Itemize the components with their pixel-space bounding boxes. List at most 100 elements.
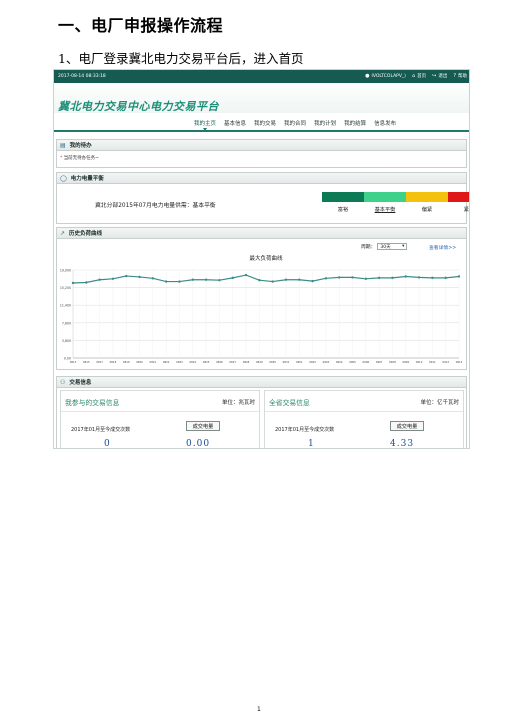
province-trade-count: 1 (308, 439, 314, 449)
todo-panel: ▤ 我的待办 * 当前无待办任务~ (56, 139, 467, 168)
data-point (125, 274, 128, 278)
data-point (138, 275, 141, 279)
y-tick-label: 0.00 (64, 357, 71, 361)
trade-header: ⚇ 交易信息 (57, 377, 466, 388)
x-tick-label: 0817 (96, 360, 103, 364)
period-select[interactable]: 30天 ▾ (377, 243, 408, 250)
balance-title: 电力电量平衡 (70, 176, 104, 182)
balance-level-bar (448, 192, 469, 202)
province-trade-box: 全省交易信息 单位：亿千瓦时 2017年01月至今成交次数 成交电量 1 4.3… (264, 390, 464, 449)
logout-link[interactable]: ↪ 退出 (432, 73, 447, 79)
nav-item[interactable]: 我的交易 (254, 119, 276, 127)
x-tick-label: 0813 (70, 360, 77, 364)
current-time: 2017-08-14 08:33:18 (58, 74, 106, 79)
user-menu[interactable]: ● IVOLTCOLAPV_) (365, 73, 406, 79)
province-trade-unit: 单位：亿千瓦时 (420, 400, 459, 406)
x-tick-label: 0830 (269, 360, 276, 364)
x-tick-label: 0821 (150, 360, 157, 364)
data-point (204, 278, 208, 281)
nav-item[interactable]: 我的合同 (284, 119, 306, 127)
data-point (231, 276, 234, 280)
page-number: 1 (257, 706, 261, 713)
list-icon: ▤ (60, 141, 66, 149)
chart-title: 最大负荷曲线 (249, 254, 283, 262)
nav-item[interactable]: 我的主页 (194, 119, 216, 131)
todo-empty-row: * 当前无待办任务~ (57, 151, 466, 165)
top-bar: 2017-08-14 08:33:18 ● IVOLTCOLAPV_) ⌂ 首页 ↪… (54, 70, 469, 83)
my-trade-box: 我参与的交易信息 单位：兆瓦时 2017年01月至今成交次数 成交电量 0 0.… (60, 390, 260, 449)
x-tick-label: 0902 (309, 360, 316, 364)
balance-level-bar (322, 192, 364, 202)
chevron-down-icon: ▾ (402, 244, 405, 249)
data-point (164, 280, 168, 283)
home-label: 首页 (417, 74, 427, 79)
platform-logo: 冀北电力交易中心电力交易平台 (58, 100, 219, 113)
logout-icon: ↪ (432, 73, 437, 79)
todo-title: 我的待办 (69, 143, 92, 149)
my-volume-button[interactable]: 成交电量 (186, 421, 220, 431)
nav-item[interactable]: 基本信息 (224, 119, 246, 127)
data-point (218, 278, 221, 282)
my-trade-title: 我参与的交易信息 (65, 399, 120, 407)
nav-list: 我的主页 基本信息 我的交易 我的合同 我的计划 我的结算 信息发布 (194, 119, 396, 131)
trade-title: 交易信息 (69, 380, 92, 386)
data-point (364, 277, 368, 280)
my-trade-unit: 单位：兆瓦时 (221, 400, 255, 406)
data-point (417, 276, 421, 279)
history-title: 历史负荷曲线 (69, 231, 103, 237)
x-tick-label: 0908 (389, 360, 396, 364)
x-tick-label: 0827 (229, 360, 236, 364)
x-tick-label: 0819 (123, 360, 130, 364)
province-trade-label: 2017年01月至今成交次数 (275, 427, 335, 433)
nav-item[interactable]: 我的结算 (344, 119, 366, 127)
todo-empty-text: 当前无待办任务~ (63, 156, 99, 161)
data-point (244, 273, 248, 277)
help-link[interactable]: ? 帮助 (453, 73, 467, 79)
balance-level-bar (364, 192, 406, 202)
platform-screenshot: 2017-08-14 08:33:18 ● IVOLTCOLAPV_) ⌂ 首页 ↪… (53, 69, 470, 449)
x-tick-label: 0818 (110, 360, 117, 364)
balance-level-label: 紧张 (463, 207, 469, 213)
line-chart-icon: ↗ (60, 229, 66, 237)
x-tick-label: 0824 (189, 360, 196, 364)
x-tick-label: 0903 (323, 360, 330, 364)
data-point (298, 278, 301, 281)
period-label: 周期： (361, 245, 376, 250)
brand-header: 冀北电力交易中心电力交易平台 (54, 83, 469, 113)
data-point (324, 277, 328, 280)
y-tick-label: 19,000 (60, 269, 71, 273)
divider (61, 411, 259, 412)
x-tick-label: 0911 (429, 360, 436, 364)
balance-level-label: 基本平衡 (374, 207, 396, 213)
data-point (191, 278, 194, 281)
data-point (258, 278, 261, 282)
data-point (98, 278, 101, 281)
data-point (457, 275, 461, 278)
data-point (377, 276, 381, 280)
home-link[interactable]: ⌂ 首页 (412, 73, 426, 79)
document-heading: 一、电厂申报操作流程 (58, 16, 224, 35)
trade-panel: ⚇ 交易信息 我参与的交易信息 单位：兆瓦时 2017年01月至今成交次数 成交… (56, 376, 467, 449)
my-trade-count: 0 (104, 439, 110, 449)
x-tick-label: 0913 (456, 360, 463, 364)
history-header: ↗ 历史负荷曲线 (57, 228, 466, 239)
main-nav: 我的主页 基本信息 我的交易 我的合同 我的计划 我的结算 信息发布 (54, 113, 469, 132)
logout-label: 退出 (438, 74, 448, 79)
data-point (178, 280, 181, 283)
people-icon: ⚇ (60, 378, 66, 386)
y-tick-label: 7,600 (62, 321, 71, 325)
x-tick-label: 0909 (402, 360, 409, 364)
x-tick-label: 0912 (442, 360, 449, 364)
nav-item[interactable]: 我的计划 (314, 119, 336, 127)
balance-header: ◯ 电力电量平衡 (57, 173, 466, 184)
x-tick-label: 0910 (416, 360, 423, 364)
data-point (71, 281, 75, 285)
province-volume-button[interactable]: 成交电量 (390, 421, 424, 431)
balance-level-bar (406, 192, 448, 202)
todo-header: ▤ 我的待办 (57, 140, 466, 151)
user-name: IVOLTCOLAPV_) (371, 73, 406, 79)
nav-item[interactable]: 信息发布 (374, 119, 396, 127)
balance-text: 冀北分部2015年07月电力电量供需：基本平衡 (95, 203, 216, 209)
divider (265, 411, 463, 412)
load-chart: 最大负荷曲线 0.00 3,800 7,600 11,400 15,200 19,000 08… (60, 254, 463, 364)
